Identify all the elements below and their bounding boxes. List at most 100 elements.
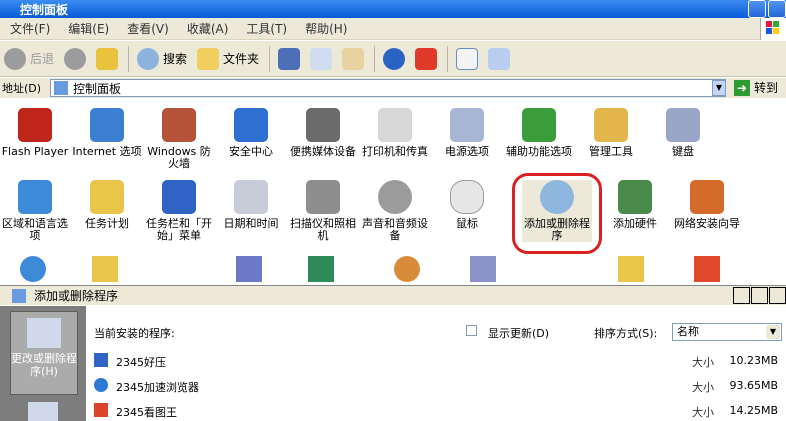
go-button[interactable]: ➜ 转到 [734, 79, 778, 96]
cp-item-label: Internet 选项 [72, 145, 142, 158]
search-icon [137, 47, 160, 70]
properties-button[interactable] [452, 44, 482, 74]
annotation-highlight [512, 173, 602, 254]
cut-button[interactable] [274, 44, 304, 74]
scissors-icon [278, 47, 301, 70]
globe-icon [18, 180, 52, 214]
folders-button[interactable]: 文件夹 [193, 44, 263, 74]
address-label: 地址(D) [2, 82, 42, 95]
speaker-icon [378, 180, 412, 214]
cp-item-flash[interactable]: Flash Player [0, 108, 70, 158]
cp-item-taskbar[interactable]: 任务栏和「开始」菜单 [144, 180, 214, 242]
cp-item-label: 添加硬件 [613, 217, 657, 230]
dialog-title: 添加或删除程序 [34, 289, 119, 303]
cp-item-scanners[interactable]: 扫描仪和照相机 [288, 180, 358, 242]
program-row[interactable]: 2345看图王 大小 14.25MB [94, 401, 784, 419]
back-button[interactable]: 后退 [0, 44, 58, 74]
search-button[interactable]: 搜索 [133, 44, 191, 74]
program-name: 2345好压 [116, 356, 166, 369]
menu-tools[interactable]: 工具(T) [246, 20, 287, 37]
partial-icon [308, 256, 334, 282]
home-network-icon [690, 180, 724, 214]
show-updates-checkbox[interactable] [466, 325, 477, 336]
cp-item-label: 任务栏和「开始」菜单 [146, 217, 212, 242]
cp-item-label: Windows 防火墙 [147, 145, 211, 170]
cp-item-mouse[interactable]: 鼠标 [432, 180, 502, 230]
size-value: 10.23MB [729, 354, 778, 367]
programs-panel: 当前安装的程序: 显示更新(D) 排序方式(S): 名称 ▼ 2345好压 大小… [86, 306, 786, 421]
cp-item-label: 管理工具 [589, 145, 633, 158]
installed-label: 当前安装的程序: [94, 327, 175, 340]
forward-button[interactable] [60, 44, 90, 74]
shield-icon [234, 108, 268, 142]
change-remove-programs-button[interactable]: 更改或删除程序(H) [10, 311, 78, 395]
sort-label: 排序方式(S): [594, 327, 658, 340]
flash-icon [18, 108, 52, 142]
cp-item-datetime[interactable]: 日期和时间 [216, 180, 286, 230]
cp-item-printers[interactable]: 打印机和传真 [360, 108, 430, 158]
back-arrow-icon [4, 47, 26, 70]
cp-item-region[interactable]: 区域和语言选项 [0, 180, 70, 242]
cp-item-accessibility[interactable]: 辅助功能选项 [504, 108, 574, 158]
size-label: 大小 [692, 356, 714, 369]
dialog-close-button[interactable] [769, 287, 786, 304]
power-icon [450, 108, 484, 142]
programs-header: 当前安装的程序: 显示更新(D) 排序方式(S): 名称 ▼ [86, 321, 786, 341]
address-input[interactable]: 控制面板 [50, 79, 726, 97]
cp-item-sound[interactable]: 声音和音频设备 [360, 180, 430, 242]
paste-button[interactable] [338, 44, 368, 74]
cp-item-label: 辅助功能选项 [506, 145, 572, 158]
menu-help[interactable]: 帮助(H) [305, 20, 347, 37]
cp-item-scheduled-tasks[interactable]: 任务计划 [72, 180, 142, 230]
cp-item-network-wizard[interactable]: 网络安装向导 [672, 180, 742, 230]
cp-item-label: 网络安装向导 [674, 217, 740, 230]
menu-file[interactable]: 文件(F) [10, 20, 50, 37]
up-button[interactable] [92, 44, 122, 74]
undo-button[interactable] [379, 44, 409, 74]
chevron-down-icon: ▼ [766, 325, 780, 339]
address-value: 控制面板 [73, 81, 122, 96]
cp-item-firewall[interactable]: Windows 防火墙 [144, 108, 214, 170]
cp-item-internet[interactable]: Internet 选项 [72, 108, 142, 158]
menu-favorites[interactable]: 收藏(A) [187, 20, 229, 37]
cp-item-label: 便携媒体设备 [290, 145, 356, 158]
address-dropdown-button[interactable]: ▼ [712, 80, 726, 96]
minimize-button[interactable] [748, 0, 766, 18]
program-row[interactable]: 2345好压 大小 10.23MB [94, 351, 784, 369]
cp-item-label: 安全中心 [229, 145, 273, 158]
views-button[interactable] [484, 44, 514, 74]
hardware-icon [618, 180, 652, 214]
add-new-programs-icon[interactable] [28, 402, 58, 421]
cp-item-label: 声音和音频设备 [362, 217, 428, 242]
cp-item-portable-media[interactable]: 便携媒体设备 [288, 108, 358, 158]
size-label: 大小 [692, 381, 714, 394]
menu-view[interactable]: 查看(V) [127, 20, 169, 37]
program-name: 2345加速浏览器 [116, 381, 199, 394]
copy-button[interactable] [306, 44, 336, 74]
delete-button[interactable] [411, 44, 441, 74]
cp-item-power[interactable]: 电源选项 [432, 108, 502, 158]
mouse-icon [450, 180, 484, 214]
sort-select[interactable]: 名称 ▼ [672, 323, 782, 341]
window-title: 控制面板 [20, 2, 69, 17]
program-icon [94, 403, 108, 417]
camera-icon [306, 108, 340, 142]
dialog-minimize-button[interactable] [733, 287, 750, 304]
toolbar: 后退 搜索 文件夹 [0, 41, 786, 77]
menu-edit[interactable]: 编辑(E) [68, 20, 109, 37]
cp-item-admin-tools[interactable]: 管理工具 [576, 108, 646, 158]
paste-icon [342, 47, 365, 70]
dialog-maximize-button[interactable] [751, 287, 768, 304]
cp-item-label: 电源选项 [445, 145, 489, 158]
admin-tools-icon [594, 108, 628, 142]
dialog-titlebar: 添加或删除程序 [0, 285, 786, 305]
cp-item-keyboard[interactable]: 键盘 [648, 108, 718, 158]
cp-item-security[interactable]: 安全中心 [216, 108, 286, 158]
browser-icon [94, 378, 108, 392]
cp-item-add-hardware[interactable]: 添加硬件 [600, 180, 670, 230]
printer-icon [378, 108, 412, 142]
address-bar: 地址(D) 控制面板 ▼ ➜ 转到 [0, 78, 786, 98]
maximize-button[interactable] [768, 0, 786, 18]
program-row[interactable]: 2345加速浏览器 大小 93.65MB [94, 376, 784, 394]
views-icon [488, 47, 511, 70]
